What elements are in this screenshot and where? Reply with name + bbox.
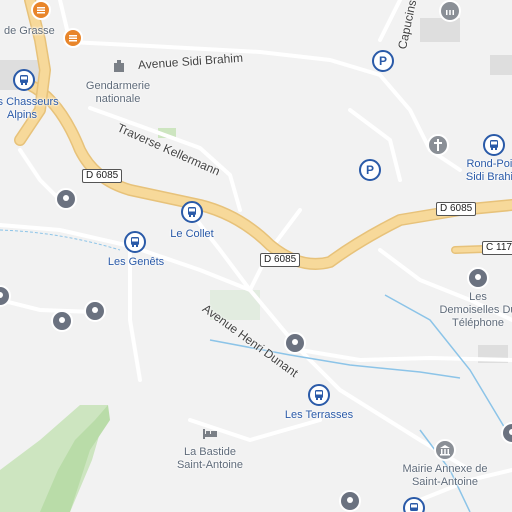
place-label-bastide: La Bastide Saint-Antoine xyxy=(176,446,244,471)
road-shield-c117: C 117 xyxy=(482,241,512,255)
place-label-terrasses: Les Terrasses xyxy=(284,409,354,421)
bus-stop-icon[interactable] xyxy=(403,497,425,512)
parking-icon[interactable]: P xyxy=(359,159,381,181)
place-label-grasse: de Grasse xyxy=(4,25,55,37)
bus-stop-icon[interactable] xyxy=(181,201,203,223)
poi-pin-icon[interactable] xyxy=(51,310,73,332)
poi-pin-icon[interactable] xyxy=(284,332,306,354)
poi-pin-icon[interactable] xyxy=(55,188,77,210)
poi-pin-icon[interactable] xyxy=(84,300,106,322)
restaurant-icon[interactable] xyxy=(63,28,83,48)
police-icon[interactable] xyxy=(108,55,130,77)
place-label-collet: Le Collet xyxy=(170,228,214,240)
place-label-genets: Les Genêts xyxy=(107,256,165,268)
map-base xyxy=(0,0,512,512)
poi-pin-icon[interactable] xyxy=(467,267,489,289)
place-label-mairie: Mairie Annexe de Saint-Antoine xyxy=(402,463,488,488)
bus-stop-icon[interactable] xyxy=(124,231,146,253)
place-label-rondpoint: Rond-Point Sidi Brahim xyxy=(465,158,512,183)
town-hall-icon[interactable] xyxy=(439,0,461,22)
road-shield-d6085: D 6085 xyxy=(82,169,123,183)
bus-stop-icon[interactable] xyxy=(13,69,35,91)
map-view[interactable]: Avenue Sidi Brahim Traverse Kellermann A… xyxy=(0,0,512,512)
bus-stop-icon[interactable] xyxy=(483,134,505,156)
poi-pin-icon[interactable] xyxy=(339,490,361,512)
road-shield-d6085: D 6085 xyxy=(260,253,301,267)
hotel-icon[interactable] xyxy=(199,422,221,444)
place-label-demoiselles: Les Demoiselles Du Téléphone xyxy=(439,291,512,329)
town-hall-icon[interactable] xyxy=(434,439,456,461)
restaurant-icon[interactable] xyxy=(31,0,51,20)
parking-icon[interactable]: P xyxy=(372,50,394,72)
bus-stop-icon[interactable] xyxy=(308,384,330,406)
place-label-gendarmerie: Gendarmerie nationale xyxy=(85,80,151,105)
church-icon[interactable] xyxy=(427,134,449,156)
road-shield-d6085: D 6085 xyxy=(436,202,477,216)
place-label-chasseurs: Les Chasseurs Alpins xyxy=(0,96,59,121)
